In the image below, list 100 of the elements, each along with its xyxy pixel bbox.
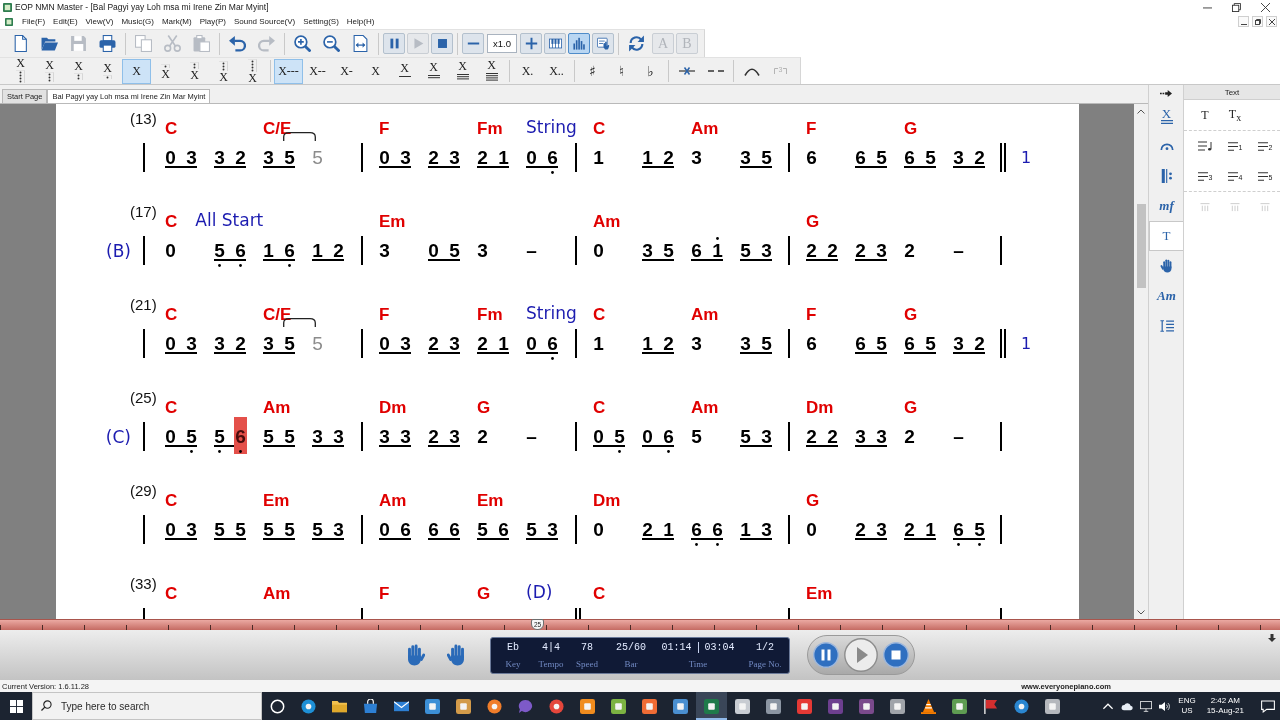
note: 2 (974, 336, 985, 351)
arc-icon (743, 66, 760, 76)
right-hand-button[interactable] (447, 644, 467, 666)
monitor-icon[interactable] (1140, 700, 1153, 712)
text-style-button[interactable]: T$_{x}$ (1220, 100, 1250, 130)
speed-field[interactable]: x1.0 (487, 34, 517, 53)
note: 5 (614, 429, 625, 444)
note: 1 (712, 243, 723, 258)
play-button[interactable] (844, 638, 878, 672)
clock-time[interactable]: 2:42 AM (1210, 696, 1240, 706)
new-page-icon (12, 35, 29, 52)
octave-button[interactable]: X (180, 58, 209, 84)
region-text[interactable]: US (1181, 706, 1193, 716)
menu-item[interactable]: Help(H) (343, 15, 378, 28)
chord-symbol: C/E (263, 307, 292, 323)
note-line-tab[interactable]: X (1149, 101, 1183, 131)
stop-button[interactable] (431, 33, 453, 54)
duration-button[interactable]: X (361, 58, 390, 84)
menu-item[interactable]: Music(G) (118, 15, 157, 28)
zoom-out-icon (323, 35, 340, 52)
menu-item[interactable]: Play(P) (196, 15, 229, 28)
dynamics-tab[interactable]: mf (1149, 191, 1183, 221)
text-tab[interactable]: T (1149, 221, 1183, 251)
clock-date[interactable]: 15-Aug-21 (1206, 706, 1244, 716)
duration-button[interactable]: X-- (303, 58, 332, 84)
taskbar-app[interactable] (696, 692, 727, 720)
vertical-scrollbar[interactable] (1134, 104, 1148, 619)
note: 3 (876, 522, 887, 537)
duration-button[interactable]: X (390, 58, 419, 84)
panel-title: Text (1184, 85, 1280, 100)
octave-button[interactable]: X (93, 58, 122, 84)
octave-button[interactable]: X (35, 58, 64, 84)
note: 2 (806, 243, 817, 258)
hand-page-button[interactable] (592, 33, 614, 54)
note: 1 (593, 336, 604, 351)
pause-button[interactable] (383, 33, 405, 54)
note: 1 (925, 522, 936, 537)
menu-item[interactable]: Edit(E) (50, 15, 81, 28)
duration-button[interactable]: X (419, 58, 448, 84)
octave-button[interactable]: X (64, 58, 93, 84)
scroll-up-icon[interactable] (1137, 109, 1145, 114)
chat-bubble-icon[interactable] (1261, 699, 1275, 713)
piano-keys-icon (548, 37, 562, 50)
faster-button[interactable] (520, 33, 542, 54)
duration-button[interactable]: X (448, 58, 477, 84)
display-value: Eb (507, 640, 519, 655)
menu-item[interactable]: Sound Source(V) (230, 15, 299, 28)
duration-button[interactable]: X- (332, 58, 361, 84)
menu-item[interactable]: Mark(M) (158, 15, 195, 28)
duration-button[interactable]: X--- (274, 58, 303, 84)
undo-icon (229, 35, 246, 52)
duration-button[interactable]: X (477, 58, 506, 84)
speaker-icon[interactable] (1159, 700, 1172, 712)
pause-button[interactable] (813, 642, 839, 668)
chord-symbol: C (165, 400, 178, 416)
crossed-line-icon (678, 66, 695, 76)
note: 5 (761, 336, 772, 351)
note: 0 (379, 522, 390, 537)
octave-button[interactable]: X (6, 58, 35, 84)
stop-button[interactable] (883, 642, 909, 668)
slower-button[interactable] (462, 33, 484, 54)
octave-button[interactable]: X (209, 58, 238, 84)
bar-levels-button[interactable] (568, 33, 590, 54)
chord-symbol: C (593, 121, 606, 137)
accidental-button[interactable]: ♮ (607, 58, 636, 84)
chord-symbol: Em (379, 214, 406, 230)
accidental-button[interactable]: ♯ (578, 58, 607, 84)
chord-tab[interactable]: Am (1149, 281, 1183, 311)
note: 3 (691, 336, 702, 351)
note: 3 (214, 336, 225, 351)
scroll-down-icon[interactable] (1137, 610, 1145, 615)
right-arrow-icon[interactable] (1160, 89, 1172, 97)
note: 3 (400, 336, 411, 351)
dotted-note-button[interactable]: X. (513, 58, 542, 84)
octave-button[interactable]: X (238, 58, 267, 84)
octave-button[interactable]: X (151, 58, 180, 84)
chord-symbol: Dm (379, 400, 407, 416)
down-arrow-icon[interactable] (1268, 634, 1276, 643)
menu-item[interactable]: Setting(S) (300, 15, 342, 28)
document-restore-button[interactable] (1252, 16, 1263, 27)
search-field[interactable]: Type here to search (32, 692, 262, 720)
piano-keys-button[interactable] (544, 33, 566, 54)
text-style-button[interactable]: T (1190, 100, 1220, 130)
chord-symbol: C (165, 214, 178, 230)
document-minimize-button[interactable] (1238, 16, 1249, 27)
restore-icon (1254, 18, 1261, 25)
menu-item[interactable]: View(V) (82, 15, 117, 28)
cloud-icon[interactable] (1121, 700, 1134, 712)
scrollbar-thumb[interactable] (1136, 204, 1146, 288)
accidental-button[interactable]: ♭ (636, 58, 665, 84)
note: 0 (165, 429, 176, 444)
note: 1 (663, 522, 674, 537)
document-close-button[interactable] (1266, 16, 1277, 27)
note: 5 (663, 243, 674, 258)
menu-item[interactable]: File(F) (19, 15, 49, 28)
dotted-note-button[interactable]: X.. (542, 58, 571, 84)
language-text[interactable]: ENG (1178, 696, 1196, 706)
octave-button[interactable]: X (122, 58, 151, 84)
left-hand-button[interactable] (405, 644, 425, 666)
chord-symbol: G (806, 493, 820, 509)
